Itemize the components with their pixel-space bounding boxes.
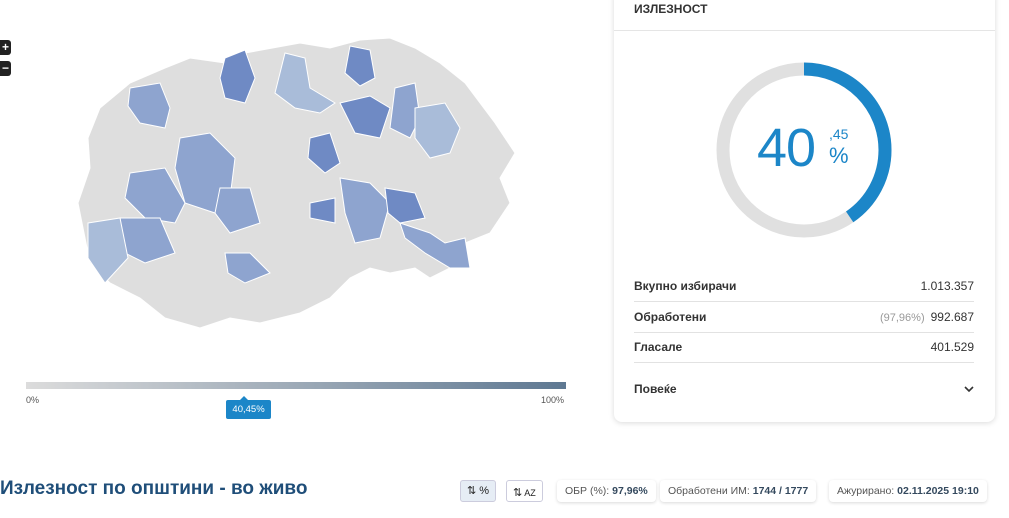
sort-az-label: AZ: [524, 488, 536, 498]
stat-row-total-voters: Вкупно избирачи 1.013.357: [634, 271, 974, 302]
section-title: Излезност по општини - во живо: [0, 478, 308, 499]
stat-value: 1.013.357: [920, 279, 974, 293]
stat-label: Вкупно избирачи: [634, 279, 737, 293]
sort-icon: ⇅: [467, 485, 477, 497]
municipality[interactable]: [309, 197, 336, 224]
legend-gradient-bar: [26, 382, 566, 389]
chevron-down-icon: [964, 382, 974, 396]
sort-by-percent-button[interactable]: ⇅ %: [460, 480, 497, 502]
card-title: ИЗЛЕЗНОСТ: [634, 2, 708, 16]
gauge-integer: 40: [757, 118, 816, 178]
processed-badge: Обработени ИМ: 1744 / 1777: [660, 480, 817, 502]
turnout-card: ИЗЛЕЗНОСТ 40 ,45 % Вкупно избирачи 1.013…: [614, 0, 995, 422]
legend-max-label: 100%: [541, 395, 565, 405]
zoom-in-button[interactable]: +: [0, 40, 11, 55]
stat-value: 992.687: [930, 310, 974, 324]
gauge-decimal: ,45: [829, 126, 849, 142]
legend-min-label: 0%: [26, 395, 40, 405]
stat-label: Обработени: [634, 310, 707, 324]
stat-row-voted: Гласале 401.529: [634, 332, 974, 363]
sort-percent-label: %: [479, 485, 490, 497]
more-toggle[interactable]: Повеќе: [634, 374, 974, 405]
stat-row-processed: Обработени (97,96%) 992.687: [634, 302, 974, 333]
zoom-out-button[interactable]: −: [0, 61, 11, 76]
stat-value: 401.529: [930, 340, 974, 354]
obr-badge: ОБР (%): 97,96%: [557, 480, 656, 502]
stat-label: Гласале: [634, 340, 683, 354]
sort-icon: ⇅: [513, 487, 523, 499]
updated-badge: Ажурирано: 02.11.2025 19:10: [829, 480, 987, 502]
stat-sub-value: (97,96%): [879, 312, 925, 324]
more-label: Повеќе: [634, 382, 677, 396]
sort-alphabetical-button[interactable]: ⇅ AZ: [506, 480, 543, 502]
legend-value-marker: 40,45%: [226, 396, 271, 419]
gauge-unit: %: [829, 143, 849, 168]
turnout-map: [77, 37, 516, 328]
